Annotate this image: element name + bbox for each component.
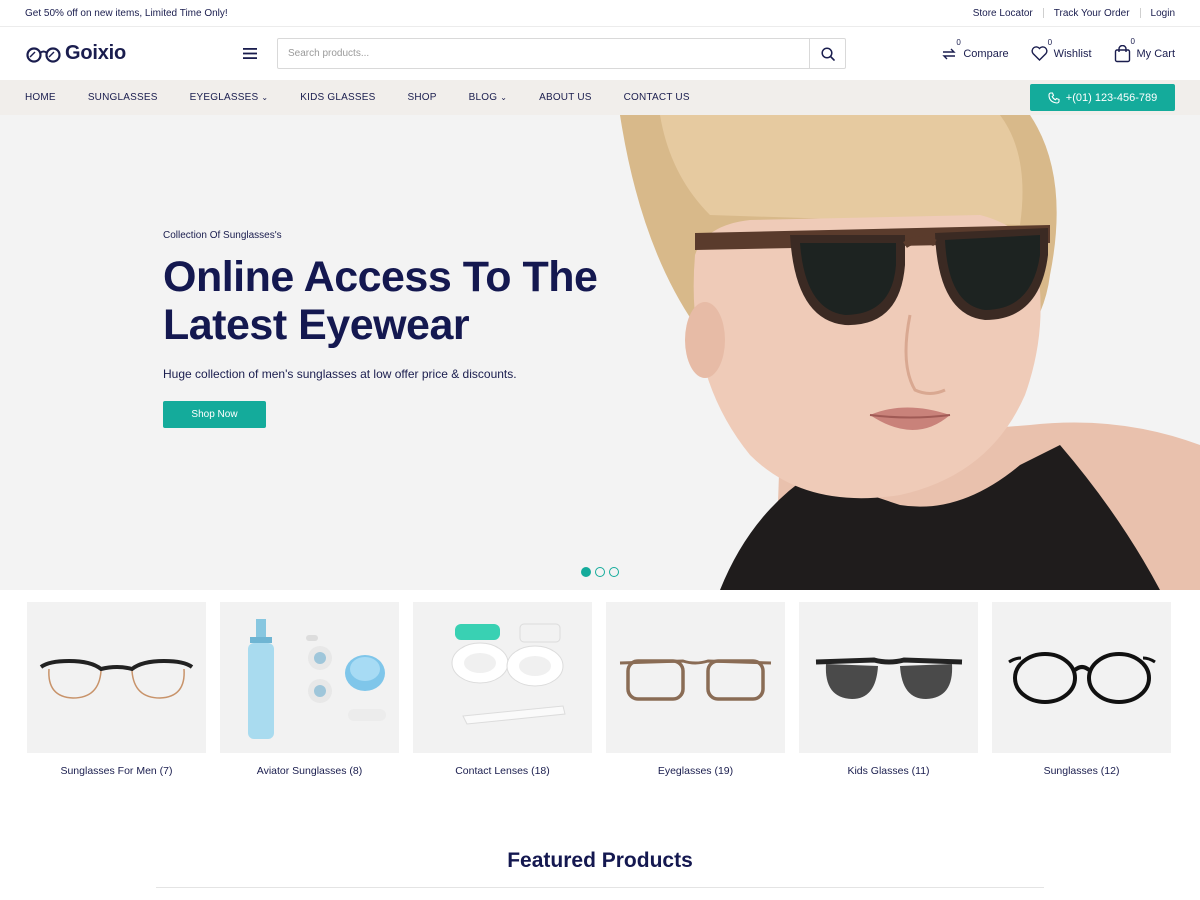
divider bbox=[156, 887, 1044, 888]
nav-kids-glasses[interactable]: KIDS GLASSES bbox=[300, 92, 375, 103]
nav-label: ABOUT US bbox=[539, 92, 592, 103]
sunglasses-icon bbox=[815, 656, 962, 699]
category-label: Aviator Sunglasses (8) bbox=[256, 765, 363, 777]
category-image bbox=[27, 602, 206, 753]
login-link[interactable]: Login bbox=[1151, 8, 1175, 19]
slider-dots bbox=[581, 567, 619, 577]
featured-title: Featured Products bbox=[507, 849, 693, 872]
category-label: Sunglasses For Men (7) bbox=[60, 765, 173, 777]
hero-subtitle: Collection Of Sunglasses's bbox=[163, 230, 282, 241]
wishlist-button[interactable]: 0 Wishlist bbox=[1031, 38, 1092, 61]
hero-description: Huge collection of men's sunglasses at l… bbox=[163, 367, 517, 381]
nav-blog[interactable]: BLOG ⌄ bbox=[469, 92, 508, 103]
logo-text: Goixio bbox=[65, 42, 127, 64]
main-nav: HOME SUNGLASSES EYEGLASSES ⌄ KIDS GLASSES… bbox=[0, 80, 1200, 115]
category-label: Sunglasses (12) bbox=[1043, 765, 1120, 777]
hero-model-image bbox=[620, 115, 1200, 590]
chevron-down-icon: ⌄ bbox=[261, 93, 269, 102]
chevron-down-icon: ⌄ bbox=[500, 93, 508, 102]
logo[interactable]: Goixio bbox=[25, 42, 215, 65]
nav-label: SHOP bbox=[407, 92, 437, 103]
category-list: Sunglasses For Men (7) Aviator Sunglasse… bbox=[0, 590, 1200, 777]
shop-now-button[interactable]: Shop Now bbox=[163, 401, 266, 428]
menu-button[interactable] bbox=[235, 39, 265, 69]
category-card[interactable]: Eyeglasses (19) bbox=[606, 602, 785, 777]
divider bbox=[1042, 8, 1044, 18]
category-image bbox=[606, 602, 785, 753]
hero-title-line: Online Access To The bbox=[163, 253, 598, 301]
cart-label: My Cart bbox=[1136, 47, 1176, 60]
category-card[interactable]: Kids Glasses (11) bbox=[799, 602, 978, 777]
category-label: Eyeglasses (19) bbox=[657, 765, 734, 777]
category-label: Kids Glasses (11) bbox=[847, 765, 930, 777]
hero-title: Online Access To The Latest Eyewear bbox=[163, 253, 623, 349]
hamburger-icon bbox=[243, 48, 257, 59]
category-image bbox=[799, 602, 978, 753]
slider-dot[interactable] bbox=[581, 567, 591, 577]
category-image bbox=[413, 602, 592, 753]
hero-banner: Collection Of Sunglasses's Online Access… bbox=[0, 115, 1200, 590]
category-card[interactable]: Sunglasses For Men (7) bbox=[27, 602, 206, 777]
round-black-glasses-icon bbox=[1007, 651, 1156, 704]
compare-icon bbox=[942, 48, 957, 59]
glasses-logo-icon bbox=[26, 46, 61, 63]
category-card[interactable]: Contact Lenses (18) bbox=[413, 602, 592, 777]
cart-button[interactable]: 0 My Cart bbox=[1114, 37, 1176, 63]
round-glasses-icon bbox=[39, 658, 194, 699]
nav-label: EYEGLASSES bbox=[189, 92, 259, 103]
store-locator-link[interactable]: Store Locator bbox=[973, 8, 1033, 19]
search-button[interactable] bbox=[809, 39, 845, 68]
top-links: Store Locator Track Your Order Login bbox=[973, 8, 1175, 19]
nav-label: KIDS GLASSES bbox=[300, 92, 376, 103]
nav-label: CONTACT US bbox=[623, 92, 690, 103]
nav-label: HOME bbox=[25, 92, 56, 103]
search-bar bbox=[277, 38, 846, 69]
nav-shop[interactable]: SHOP bbox=[407, 92, 436, 103]
nav-label: BLOG bbox=[468, 92, 498, 103]
category-card[interactable]: Aviator Sunglasses (8) bbox=[220, 602, 399, 777]
slider-dot[interactable] bbox=[595, 567, 605, 577]
search-input[interactable] bbox=[278, 39, 809, 68]
header-actions: 0 Compare 0 Wishlist 0 My Cart bbox=[941, 37, 1176, 63]
nav-home[interactable]: HOME bbox=[25, 92, 56, 103]
slider-dot[interactable] bbox=[609, 567, 619, 577]
phone-number: +(01) 123-456-789 bbox=[1065, 91, 1158, 104]
category-card[interactable]: Sunglasses (12) bbox=[992, 602, 1171, 777]
nav-sunglasses[interactable]: SUNGLASSES bbox=[88, 92, 158, 103]
shopping-bag-icon bbox=[1114, 44, 1130, 62]
category-label: Contact Lenses (18) bbox=[455, 765, 550, 777]
wishlist-label: Wishlist bbox=[1053, 47, 1092, 60]
heart-icon bbox=[1031, 46, 1048, 61]
phone-button[interactable]: +(01) 123-456-789 bbox=[1030, 84, 1175, 111]
featured-section: Featured Products bbox=[0, 849, 1200, 888]
category-image bbox=[992, 602, 1171, 753]
search-icon bbox=[820, 46, 835, 61]
category-image bbox=[220, 602, 399, 753]
nav-about-us[interactable]: ABOUT US bbox=[539, 92, 592, 103]
compare-count: 0 bbox=[956, 37, 961, 47]
lens-care-kit-icon bbox=[247, 618, 386, 739]
nav-label: SUNGLASSES bbox=[87, 92, 158, 103]
compare-button[interactable]: 0 Compare bbox=[941, 38, 1009, 62]
header: Goixio 0 Compare bbox=[0, 27, 1200, 80]
phone-icon bbox=[1048, 91, 1060, 104]
nav-eyeglasses[interactable]: EYEGLASSES ⌄ bbox=[190, 92, 269, 103]
promo-text: Get 50% off on new items, Limited Time O… bbox=[25, 7, 228, 19]
wishlist-count: 0 bbox=[1047, 38, 1053, 47]
compare-label: Compare bbox=[963, 47, 1009, 60]
contact-lens-case-icon bbox=[451, 623, 566, 725]
divider bbox=[1139, 8, 1141, 18]
cart-count: 0 bbox=[1130, 36, 1135, 46]
hero-text: Collection Of Sunglasses's Online Access… bbox=[163, 230, 623, 428]
track-order-link[interactable]: Track Your Order bbox=[1054, 8, 1130, 19]
top-bar: Get 50% off on new items, Limited Time O… bbox=[0, 0, 1200, 27]
hero-title-line: Latest Eyewear bbox=[163, 301, 470, 349]
nav-contact-us[interactable]: CONTACT US bbox=[624, 92, 690, 103]
square-glasses-icon bbox=[619, 658, 772, 701]
